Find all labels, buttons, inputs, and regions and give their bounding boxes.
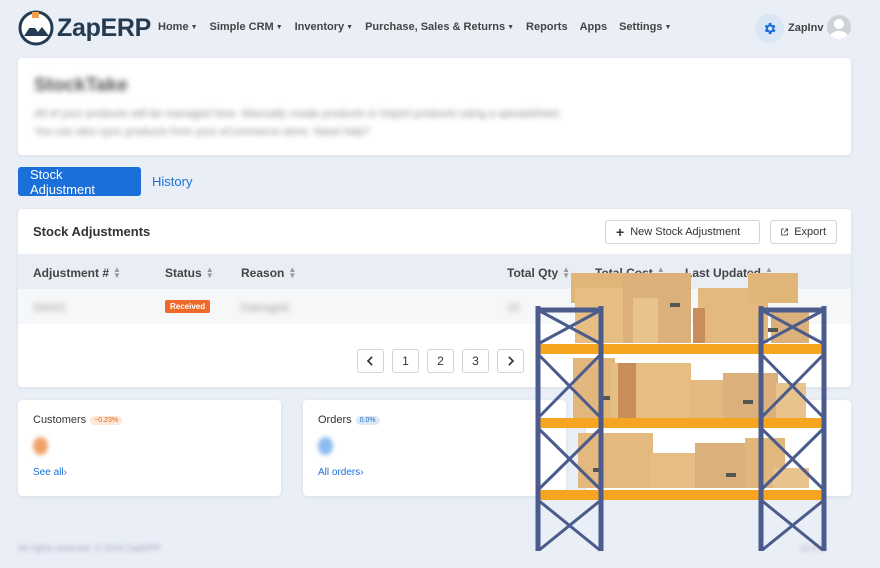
column-label: Reason bbox=[241, 266, 285, 280]
nav-home-label: Home bbox=[158, 21, 189, 33]
nav-simple-crm[interactable]: Simple CRM ▼ bbox=[210, 21, 283, 33]
all-orders-label: All orders bbox=[318, 467, 361, 478]
nav-inventory-label: Inventory bbox=[294, 21, 345, 33]
column-reason[interactable]: Reason ▲ ▼ bbox=[241, 265, 297, 281]
column-status[interactable]: Status ▲ ▼ bbox=[165, 265, 214, 281]
top-navbar: ZapERP Home ▼ Simple CRM ▼ Inventory ▼ Purc… bbox=[0, 0, 880, 58]
main-menu: Home ▼ Simple CRM ▼ Inventory ▼ Purchase, S… bbox=[158, 21, 683, 33]
caret-down-icon: ▼ bbox=[190, 23, 198, 31]
all-orders-link[interactable]: All orders› bbox=[318, 467, 364, 478]
settings-button[interactable] bbox=[755, 14, 784, 43]
column-adjustment-number[interactable]: Adjustment # ▲ ▼ bbox=[33, 265, 121, 281]
new-stock-adjustment-button[interactable]: + New Stock Adjustment bbox=[605, 220, 760, 244]
stat-label: Customers bbox=[33, 414, 87, 426]
nav-home[interactable]: Home ▼ bbox=[158, 21, 198, 33]
chevron-right-icon: › bbox=[360, 467, 364, 478]
caret-down-icon: ▼ bbox=[346, 23, 354, 31]
nav-simple-crm-label: Simple CRM bbox=[209, 21, 274, 33]
orders-stat-card: Orders 0.0% All orders› bbox=[303, 400, 566, 496]
column-label: Adjustment # bbox=[33, 266, 110, 280]
nav-settings[interactable]: Settings ▼ bbox=[619, 21, 671, 33]
page-description: All of your products will be managed her… bbox=[34, 108, 562, 138]
customers-stat-title: Customers −0.23% bbox=[33, 414, 123, 426]
export-icon bbox=[781, 228, 788, 236]
cell-adjustment-number: SA001 bbox=[33, 302, 67, 314]
page-1-button[interactable]: 1 bbox=[392, 349, 419, 373]
gear-icon bbox=[764, 22, 776, 35]
nav-apps[interactable]: Apps bbox=[580, 21, 608, 33]
user-name[interactable]: ZapInv bbox=[788, 22, 823, 34]
stat-label: Orders bbox=[318, 414, 352, 426]
logo-icon bbox=[18, 10, 54, 46]
cell-total-qty: 10 bbox=[507, 302, 520, 314]
caret-down-icon: ▼ bbox=[275, 23, 283, 31]
tab-history[interactable]: History bbox=[140, 167, 204, 196]
caret-down-icon: ▼ bbox=[507, 23, 515, 31]
page-2-button[interactable]: 2 bbox=[427, 349, 454, 373]
sort-icon: ▲▼ bbox=[113, 265, 121, 280]
table-title: Stock Adjustments bbox=[33, 224, 151, 239]
page-title: StockTake bbox=[34, 75, 128, 96]
nav-apps-label: Apps bbox=[579, 21, 608, 33]
sort-icon: ▲▼ bbox=[205, 265, 214, 280]
export-button[interactable]: Export bbox=[770, 220, 837, 244]
chevron-right-icon bbox=[508, 356, 515, 366]
column-label: Status bbox=[165, 266, 202, 280]
change-badge: −0.23% bbox=[90, 415, 123, 425]
brand-logo[interactable]: ZapERP bbox=[18, 10, 151, 46]
status-badge: Received bbox=[165, 300, 211, 313]
new-stock-adjustment-label: New Stock Adjustment bbox=[630, 226, 741, 238]
customers-value-blurred bbox=[33, 437, 48, 455]
plus-icon: + bbox=[616, 224, 625, 240]
page-3-button[interactable]: 3 bbox=[462, 349, 489, 373]
warehouse-shelf-illustration bbox=[535, 273, 827, 551]
caret-down-icon: ▼ bbox=[664, 23, 672, 31]
see-all-link[interactable]: See all› bbox=[33, 467, 67, 478]
prev-page-button[interactable] bbox=[357, 349, 384, 373]
nav-inventory[interactable]: Inventory ▼ bbox=[295, 21, 353, 33]
nav-settings-label: Settings bbox=[619, 21, 663, 33]
page-header-card: StockTake All of your products will be m… bbox=[18, 58, 851, 155]
change-badge: 0.0% bbox=[355, 415, 380, 425]
user-avatar[interactable] bbox=[827, 15, 851, 39]
nav-purchase-sales-returns[interactable]: Purchase, Sales & Returns ▼ bbox=[365, 21, 514, 33]
nav-purchase-label: Purchase, Sales & Returns bbox=[365, 21, 506, 33]
orders-stat-title: Orders 0.0% bbox=[318, 414, 380, 426]
next-page-button[interactable] bbox=[497, 349, 524, 373]
customers-stat-card: Customers −0.23% See all› bbox=[18, 400, 281, 496]
sort-icon: ▲▼ bbox=[288, 265, 297, 280]
tab-stock-adjustment[interactable]: Stock Adjustment bbox=[18, 167, 141, 197]
brand-name: ZapERP bbox=[57, 13, 152, 42]
chevron-left-icon bbox=[366, 356, 373, 366]
pagination: 1 2 3 bbox=[357, 349, 524, 373]
cell-reason: Damaged bbox=[241, 302, 289, 314]
nav-reports[interactable]: Reports bbox=[526, 21, 568, 33]
chevron-right-icon: › bbox=[63, 467, 67, 478]
footer-copyright: All rights reserved. © 2024 ZapERP bbox=[18, 543, 161, 553]
nav-reports-label: Reports bbox=[526, 21, 568, 33]
export-label: Export bbox=[794, 226, 826, 238]
avatar-icon bbox=[830, 19, 848, 39]
see-all-label: See all bbox=[33, 467, 64, 478]
orders-value-blurred bbox=[318, 437, 333, 455]
